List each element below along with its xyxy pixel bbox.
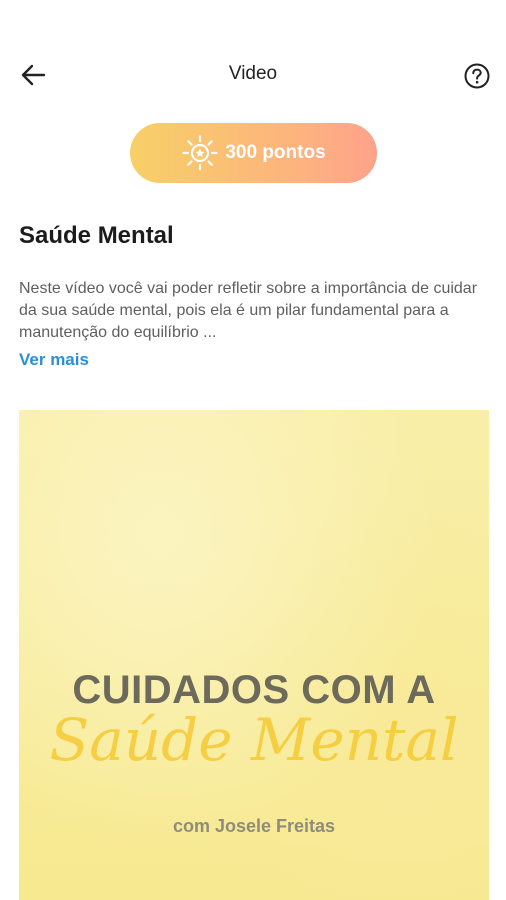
- points-label: 300 pontos: [225, 142, 326, 163]
- app-bar: Video: [0, 50, 506, 100]
- points-badge: 300 pontos: [130, 123, 377, 183]
- page-title: Video: [228, 63, 278, 84]
- video-screen: Video 300 pontos Saúde Mental Neste víde…: [0, 0, 506, 900]
- question-circle-icon: [464, 63, 490, 89]
- thumbnail-script-title: Saúde Mental: [49, 706, 459, 774]
- video-thumbnail[interactable]: CUIDADOS COM A Saúde Mental com Josele F…: [19, 410, 489, 900]
- thumbnail-author: com Josele Freitas: [172, 816, 336, 836]
- content-title: Saúde Mental: [19, 222, 174, 249]
- see-more-link[interactable]: Ver mais: [19, 350, 89, 370]
- help-button[interactable]: [463, 62, 491, 90]
- content-description: Neste vídeo você vai poder refletir sobr…: [19, 280, 478, 341]
- sun-icon: [182, 135, 218, 171]
